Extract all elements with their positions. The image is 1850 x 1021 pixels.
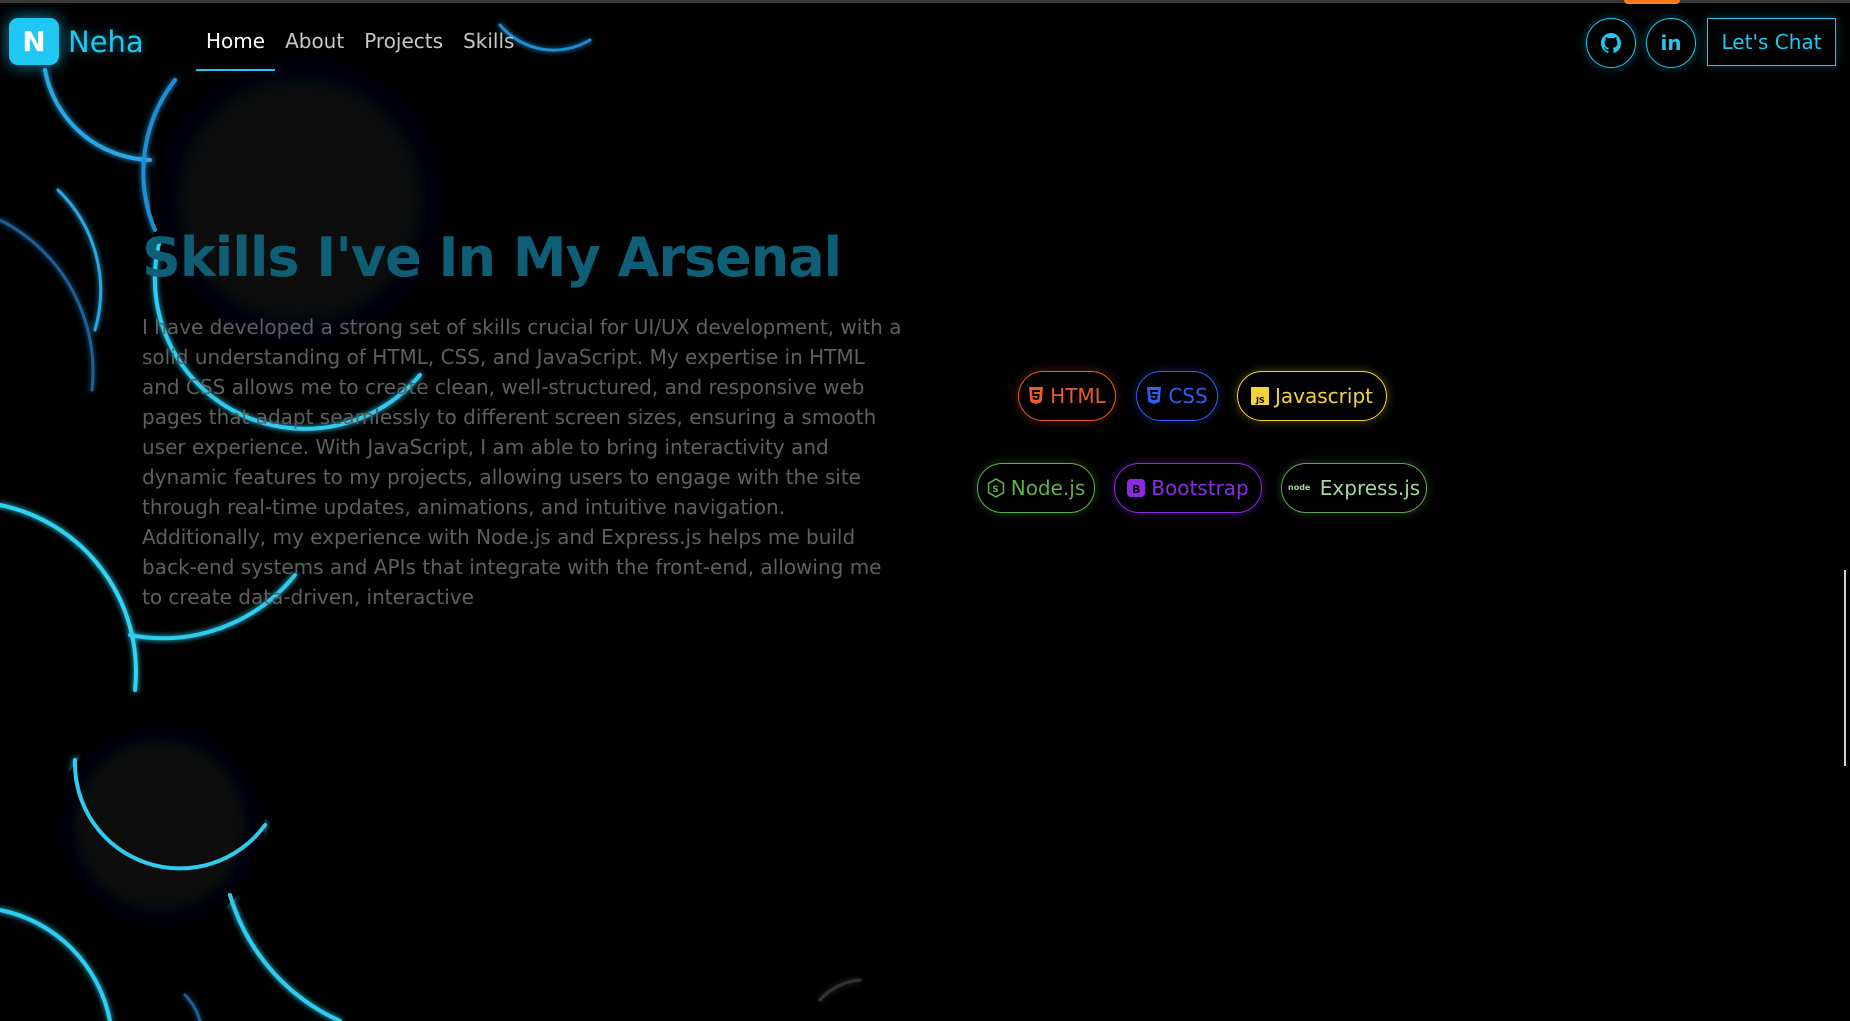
css3-icon [1146, 387, 1162, 405]
skill-label: HTML [1050, 384, 1106, 408]
brand-initial-badge: N [9, 18, 59, 65]
section-title: Skills I've In My Arsenal [142, 226, 842, 289]
svg-text:S: S [992, 485, 998, 495]
js-icon: JS [1251, 387, 1269, 405]
scrollbar-thumb[interactable] [1844, 570, 1846, 766]
nav-link-home[interactable]: Home [196, 29, 276, 71]
linkedin-icon: in [1660, 31, 1682, 55]
nav-link-about[interactable]: About [275, 29, 354, 71]
brand-logo[interactable]: N Neha [9, 18, 144, 65]
github-link[interactable] [1586, 18, 1636, 68]
html5-icon [1028, 387, 1044, 405]
page: N Neha Home About Projects Skills in Let… [0, 0, 1850, 1021]
svg-text:JS: JS [1255, 396, 1265, 405]
github-icon [1601, 33, 1622, 54]
skill-badge-html: HTML [1018, 371, 1116, 421]
skill-label: Express.js [1319, 476, 1421, 500]
nodejs-icon: S [987, 478, 1005, 498]
node-logo-icon: node [1288, 481, 1314, 495]
bootstrap-icon: B [1127, 479, 1146, 497]
brand-name: Neha [68, 24, 144, 59]
skill-badge-bootstrap: B Bootstrap [1114, 463, 1262, 513]
skill-label: Javascript [1275, 384, 1373, 408]
nav-link-skills[interactable]: Skills [453, 29, 524, 71]
nav-links: Home About Projects Skills [196, 29, 524, 71]
nav-link-projects[interactable]: Projects [354, 29, 453, 71]
skill-badge-expressjs: node Express.js [1281, 463, 1427, 513]
skill-badge-javascript: JS Javascript [1237, 371, 1387, 421]
section-description: I have developed a strong set of skills … [142, 315, 902, 609]
linkedin-link[interactable]: in [1646, 18, 1696, 68]
svg-text:B: B [1132, 483, 1140, 496]
skill-badge-nodejs: S Node.js [977, 463, 1095, 513]
navbar: N Neha Home About Projects Skills in Let… [0, 3, 1850, 81]
skill-label: Bootstrap [1151, 476, 1249, 500]
skill-label: Node.js [1010, 476, 1086, 500]
svg-text:node: node [1288, 483, 1311, 492]
skill-badge-css: CSS [1136, 371, 1218, 421]
skill-label: CSS [1168, 384, 1208, 408]
lets-chat-button[interactable]: Let's Chat [1707, 18, 1836, 66]
